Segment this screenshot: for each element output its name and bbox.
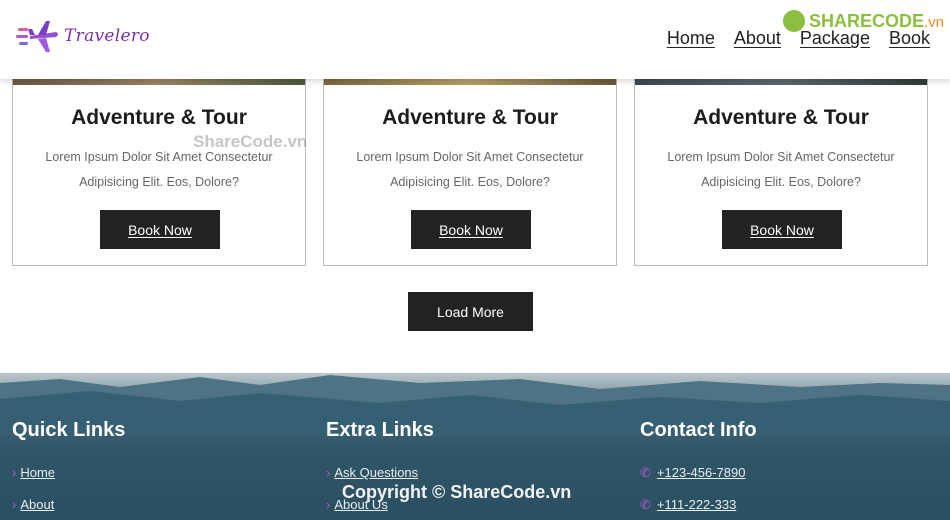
- card-title: Adventure & Tour: [71, 106, 247, 129]
- site-header: Travelero Home About Package Book SHAREC…: [0, 0, 950, 79]
- footer-link-ask-questions[interactable]: › Ask Questions: [326, 465, 418, 480]
- card-text: Lorem Ipsum Dolor Sit Amet Consectetur A…: [667, 150, 895, 189]
- contact-phone-2[interactable]: ✆ +111-222-333: [640, 497, 736, 513]
- nav-about[interactable]: About: [734, 28, 781, 49]
- copyright-watermark: Copyright © ShareCode.vn: [342, 482, 572, 502]
- contact-phone-1[interactable]: ✆ +123-456-7890: [640, 465, 745, 481]
- card-title: Adventure & Tour: [382, 106, 558, 129]
- watermark-suffix: .vn: [923, 13, 944, 31]
- chevron-right-icon: ›: [326, 465, 331, 480]
- chevron-right-icon: ›: [326, 497, 331, 512]
- extra-links: Extra Links › Ask Questions › About Us: [326, 419, 434, 512]
- book-now-button[interactable]: Book Now: [722, 210, 842, 249]
- phone-icon: ✆: [640, 497, 651, 512]
- book-now-button[interactable]: Book Now: [411, 210, 531, 249]
- package-card: Adventure & Tour Lorem Ipsum Dolor Sit A…: [634, 60, 928, 266]
- sharecode-watermark: SHARECODE.vn: [782, 10, 944, 32]
- quick-links: Quick Links › Home › About: [12, 419, 126, 512]
- footer-heading: Quick Links: [12, 419, 126, 441]
- footer-link-home[interactable]: › Home: [12, 465, 55, 480]
- nav-home[interactable]: Home: [667, 28, 715, 49]
- phone-icon: ✆: [640, 465, 651, 480]
- watermark: ShareCode.vn: [193, 132, 308, 151]
- load-more-button[interactable]: Load More: [408, 292, 533, 331]
- card-title: Adventure & Tour: [693, 106, 869, 129]
- mountain-background: [0, 375, 950, 433]
- card-text: Lorem Ipsum Dolor Sit Amet Consectetur A…: [45, 150, 273, 189]
- contact-info: Contact Info ✆ +123-456-7890 ✆ +111-222-33…: [640, 419, 757, 512]
- package-card: Adventure & Tour Lorem Ipsum Dolor Sit A…: [323, 60, 617, 266]
- footer-link-about[interactable]: › About: [12, 497, 54, 512]
- chevron-right-icon: ›: [12, 497, 17, 512]
- book-now-button[interactable]: Book Now: [100, 210, 220, 249]
- logo-text: Travelero: [64, 26, 150, 46]
- logo[interactable]: Travelero: [16, 18, 150, 54]
- card-text: Lorem Ipsum Dolor Sit Amet Consectetur A…: [356, 150, 584, 189]
- chevron-right-icon: ›: [12, 465, 17, 480]
- package-card: Adventure & Tour Lorem Ipsum Dolor Sit A…: [12, 60, 306, 266]
- watermark-brand: SHARECODE: [808, 10, 924, 31]
- footer-heading: Extra Links: [326, 419, 434, 441]
- footer-heading: Contact Info: [640, 419, 757, 441]
- plane-logo-icon: [16, 18, 60, 54]
- sharecode-logo-icon: [782, 10, 805, 32]
